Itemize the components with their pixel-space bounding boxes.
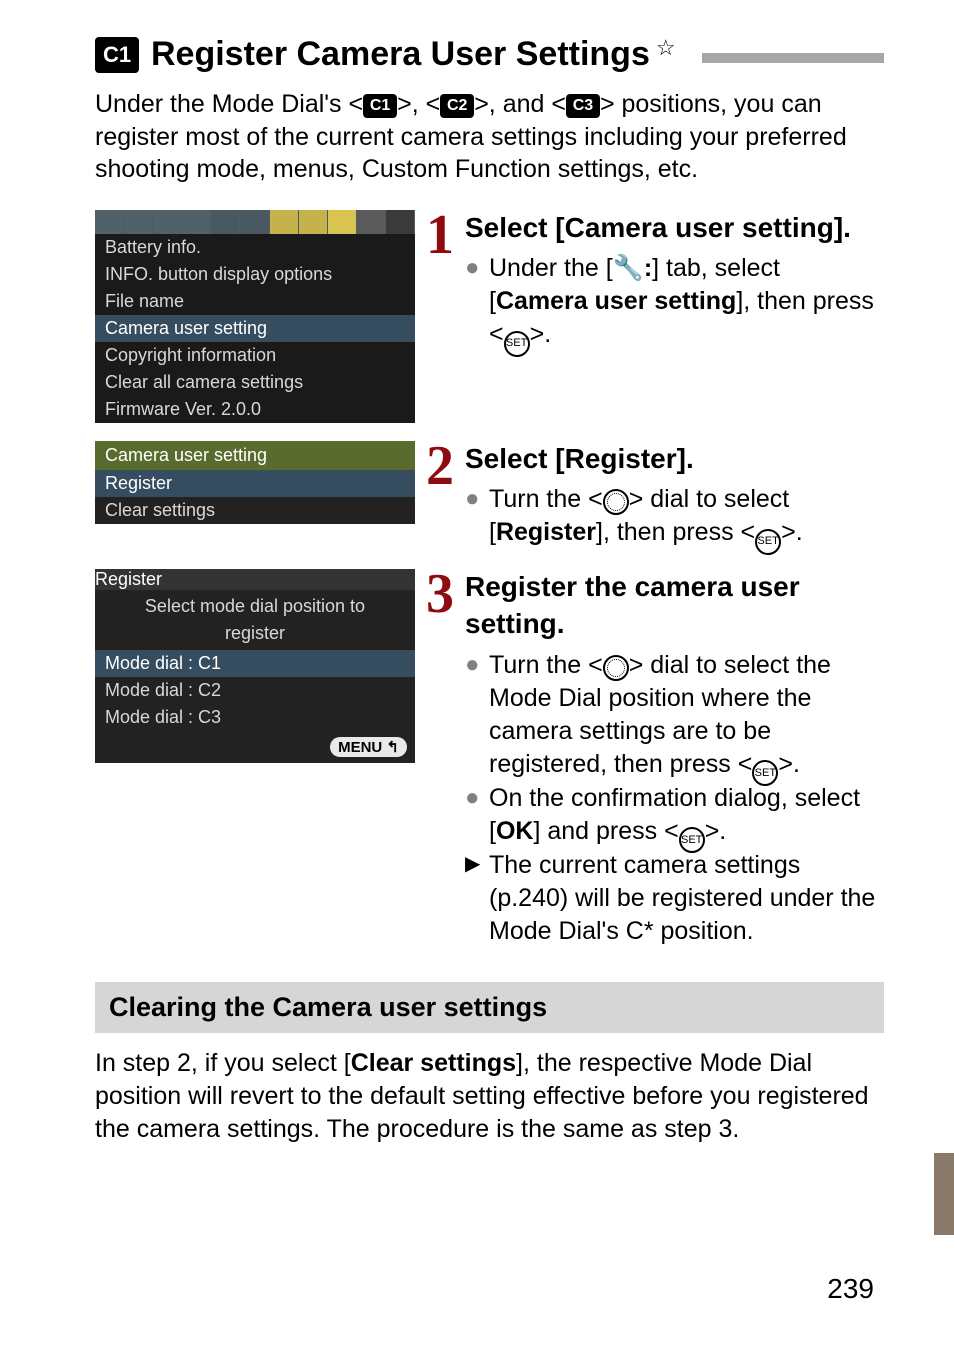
step-1-bullet: Under the [🔧:] tab, select [Camera user … — [489, 252, 884, 352]
intro-paragraph: Under the Mode Dial's <C1>, <C2>, and <C… — [95, 88, 884, 186]
bullet-icon: ● — [465, 483, 489, 550]
step-1-heading: Select [Camera user setting]. — [465, 210, 884, 247]
lcd-screenshot-1: Battery info. INFO. button display optio… — [95, 210, 415, 423]
step-2-bullet: Turn the <> dial to select [Register], t… — [489, 483, 884, 550]
step-number-2: 2 — [421, 441, 459, 491]
lcd-screenshot-2: Camera user setting Register Clear setti… — [95, 441, 415, 524]
bullet-icon: ● — [465, 782, 489, 849]
wrench-icon: 🔧: — [613, 254, 652, 282]
lcd-item-highlight: Camera user setting — [95, 315, 415, 342]
intro-text: >, < — [397, 90, 440, 118]
bullet-icon: ● — [465, 649, 489, 782]
page-title-row: C1 Register Camera User Settings☆ — [95, 35, 884, 74]
mode-c3-icon: C3 — [566, 94, 600, 118]
lcd-screenshot-3: Register Select mode dial position to re… — [95, 569, 415, 763]
lcd-item: File name — [95, 288, 415, 315]
page-number: 239 — [827, 1273, 874, 1305]
intro-text: >, and < — [474, 90, 566, 118]
clearing-section: Clearing the Camera user settings In ste… — [95, 982, 884, 1146]
mode-c1-icon: C1 — [363, 94, 397, 118]
intro-text: Under the Mode Dial's < — [95, 90, 363, 118]
lcd-item: Firmware Ver. 2.0.0 — [95, 396, 415, 423]
lcd-item: Mode dial : C2 — [95, 677, 415, 704]
c1-badge-icon: C1 — [95, 37, 139, 73]
step-2-heading: Select [Register]. — [465, 441, 884, 478]
lcd-item: Clear settings — [95, 497, 415, 524]
lcd-item-highlight: Register — [95, 470, 415, 497]
step-3-bullet-2: On the confirmation dialog, select [OK] … — [489, 782, 884, 849]
step-2-row: Camera user setting Register Clear setti… — [95, 441, 884, 551]
dial-icon — [603, 489, 629, 515]
clearing-heading: Clearing the Camera user settings — [95, 982, 884, 1033]
mode-c2-icon: C2 — [440, 94, 474, 118]
lcd-header: Camera user setting — [95, 441, 415, 470]
step-number-3: 3 — [421, 569, 459, 619]
dial-icon — [603, 655, 629, 681]
lcd-item: INFO. button display options — [95, 261, 415, 288]
step-3-bullet-1: Turn the <> dial to select the Mode Dial… — [489, 649, 884, 782]
set-icon: SET — [504, 331, 530, 357]
set-icon: SET — [679, 827, 705, 853]
lcd-item: Clear all camera settings — [95, 369, 415, 396]
menu-back-icon: MENU ↰ — [330, 737, 407, 757]
lcd-prompt: Select mode dial position to — [95, 590, 415, 623]
lcd-item: Battery info. — [95, 234, 415, 261]
page-title: Register Camera User Settings☆ — [151, 35, 676, 74]
page-title-text: Register Camera User Settings — [151, 35, 650, 73]
step-3-heading: Register the camera user setting. — [465, 569, 884, 643]
lcd-header: Register — [95, 569, 415, 590]
lcd-item: Copyright information — [95, 342, 415, 369]
lcd-item-highlight: Mode dial : C1 — [95, 650, 415, 677]
section-tab — [934, 1153, 954, 1235]
clearing-body: In step 2, if you select [Clear settings… — [95, 1047, 884, 1146]
title-divider — [702, 53, 884, 63]
step-number-1: 1 — [421, 210, 459, 260]
lcd-tabs — [95, 210, 415, 234]
star-icon: ☆ — [656, 35, 676, 60]
lcd-item: Mode dial : C3 — [95, 704, 415, 731]
bullet-icon: ● — [465, 252, 489, 352]
triangle-icon: ▶ — [465, 849, 489, 948]
step-3-row: Register Select mode dial position to re… — [95, 569, 884, 948]
step-1-row: Battery info. INFO. button display optio… — [95, 210, 884, 423]
lcd-prompt: register — [95, 623, 415, 650]
step-3-bullet-3: The current camera settings (p.240) will… — [489, 849, 884, 948]
set-icon: SET — [755, 529, 781, 555]
